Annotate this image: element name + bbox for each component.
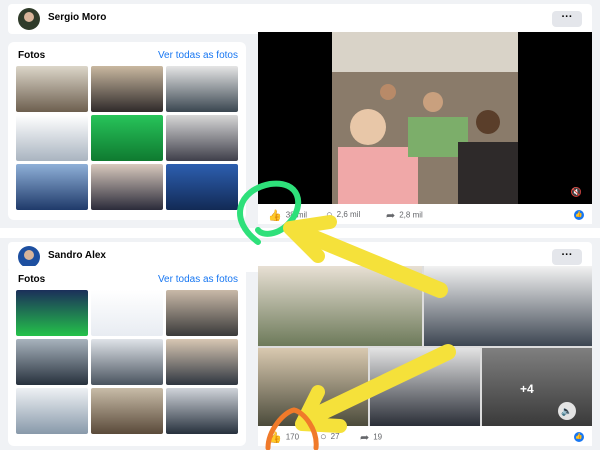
post-sergio-moro: Sergio Moro ··· Fotos Ver todas as fotos [0, 0, 600, 228]
see-all-photos-link[interactable]: Ver todas as fotos [158, 274, 238, 285]
photo-thumbnail[interactable] [166, 339, 238, 385]
photo-grid [16, 66, 238, 210]
photo-thumbnail[interactable] [91, 115, 163, 161]
photo-thumbnail[interactable] [91, 66, 163, 112]
photo-thumbnail[interactable] [16, 115, 88, 161]
avatar[interactable] [18, 8, 40, 30]
collage-photo[interactable] [258, 266, 422, 346]
share-icon: ➦ [360, 432, 370, 444]
photo-thumbnail[interactable] [91, 164, 163, 210]
photo-thumbnail[interactable] [16, 66, 88, 112]
reaction-icon: 👍 [574, 432, 584, 442]
photo-thumbnail[interactable] [16, 388, 88, 434]
share-button[interactable]: ➦ 2,8 mil [386, 209, 423, 222]
photo-thumbnail[interactable] [166, 115, 238, 161]
like-button[interactable]: 👍 38 mil [268, 209, 307, 222]
speaker-icon[interactable]: 🔈 [558, 402, 576, 420]
share-count: 2,8 mil [399, 210, 423, 220]
post-sandro-alex: Sandro Alex ··· Fotos Ver todas as fotos… [0, 238, 600, 450]
share-button[interactable]: ➦ 19 [360, 431, 382, 444]
photo-thumbnail[interactable] [166, 164, 238, 210]
like-count: 170 [285, 432, 300, 442]
comment-icon: ○ [320, 431, 327, 443]
like-icon: 👍 [268, 432, 282, 444]
collage-photo[interactable] [258, 348, 368, 426]
photo-thumbnail[interactable] [166, 388, 238, 434]
share-count: 19 [373, 432, 383, 442]
photo-post: +4 🔈 👍 170 ○ 27 ➦ 19 👍 [258, 266, 592, 446]
comment-icon: ○ [326, 209, 333, 221]
collage-photo[interactable] [482, 348, 592, 426]
collage-photo[interactable] [424, 266, 592, 346]
share-icon: ➦ [386, 210, 396, 222]
collage-photo[interactable] [370, 348, 480, 426]
post-header: Sergio Moro ··· [8, 4, 592, 34]
photo-thumbnail[interactable] [16, 339, 88, 385]
like-button[interactable]: 👍 170 [268, 431, 299, 444]
photo-thumbnail[interactable] [91, 388, 163, 434]
photos-card: Fotos Ver todas as fotos [8, 42, 246, 220]
comment-button[interactable]: ○ 2,6 mil [326, 209, 360, 221]
more-photos-count[interactable]: +4 [520, 382, 534, 396]
more-options-button[interactable]: ··· [552, 249, 582, 265]
photos-title: Fotos [18, 50, 46, 61]
comment-button[interactable]: ○ 27 [320, 431, 340, 443]
photo-collage[interactable]: +4 🔈 [258, 266, 592, 426]
volume-icon[interactable]: 🔇 [571, 187, 582, 198]
more-options-button[interactable]: ··· [552, 11, 582, 27]
page-name[interactable]: Sergio Moro [48, 12, 106, 23]
comment-count: 2,6 mil [336, 210, 361, 220]
page-name[interactable]: Sandro Alex [48, 250, 106, 261]
reaction-icon: 👍 [574, 210, 584, 220]
photo-thumbnail[interactable] [91, 339, 163, 385]
like-icon: 👍 [268, 210, 282, 222]
post-actions: 👍 170 ○ 27 ➦ 19 👍 [258, 426, 592, 448]
photo-grid [16, 290, 238, 434]
video-post: 🔇 👍 38 mil ○ 2,6 mil ➦ 2,8 mil 👍 [258, 32, 592, 224]
post-actions: 👍 38 mil ○ 2,6 mil ➦ 2,8 mil 👍 [258, 204, 592, 226]
photo-thumbnail[interactable] [166, 290, 238, 336]
avatar[interactable] [18, 246, 40, 268]
photo-thumbnail[interactable] [16, 290, 88, 336]
photo-thumbnail[interactable] [16, 164, 88, 210]
photo-thumbnail[interactable] [166, 66, 238, 112]
photo-thumbnail[interactable] [91, 290, 163, 336]
like-count: 38 mil [285, 210, 308, 220]
video-player[interactable]: 🔇 [258, 32, 592, 204]
video-frame [332, 32, 518, 204]
comment-count: 27 [330, 432, 340, 442]
photos-card: Fotos Ver todas as fotos [8, 266, 246, 446]
see-all-photos-link[interactable]: Ver todas as fotos [158, 50, 238, 61]
photos-title: Fotos [18, 274, 46, 285]
